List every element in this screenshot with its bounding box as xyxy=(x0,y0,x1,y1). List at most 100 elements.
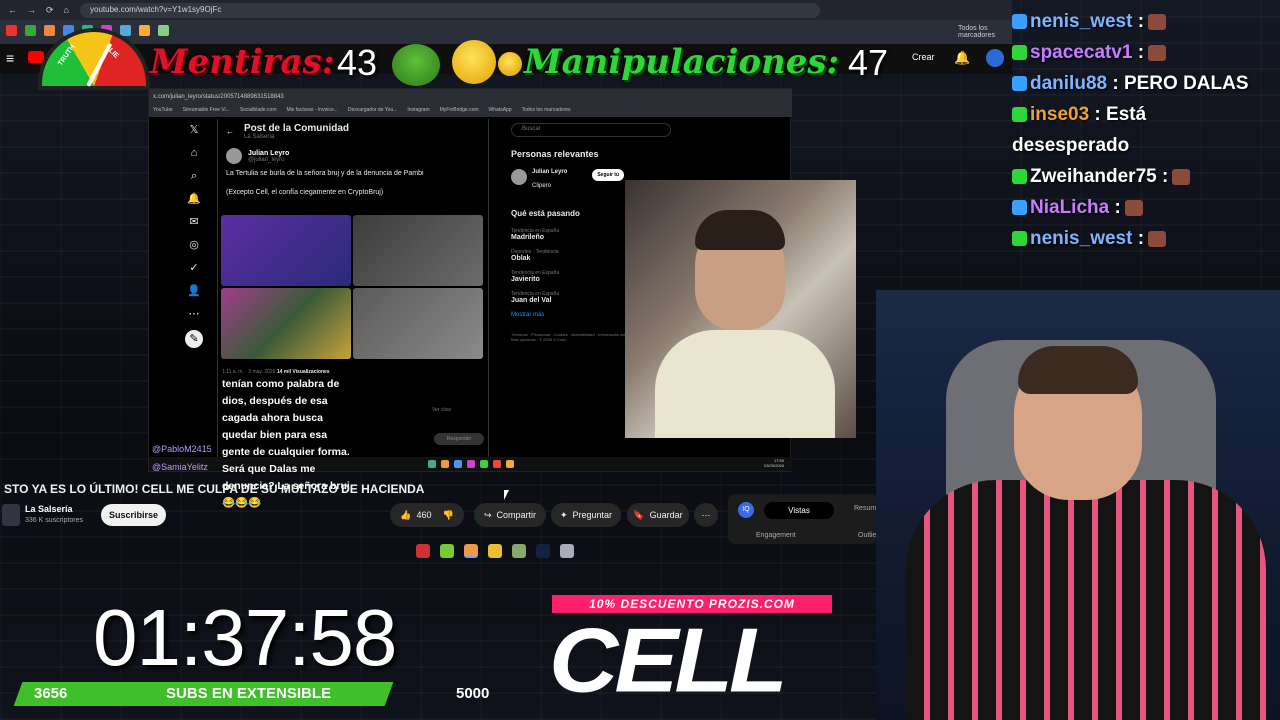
save-button[interactable]: 🔖 Guardar xyxy=(627,503,689,527)
embedded-bookmark[interactable]: Socialblade.com xyxy=(240,107,277,113)
embedded-bookmark[interactable]: YouTube xyxy=(153,107,173,113)
taskbar-app-icon[interactable] xyxy=(453,460,462,468)
post-subtitle[interactable]: La Salsería xyxy=(244,134,349,140)
chat-user: @SamiaYelitz xyxy=(152,462,208,472)
like-count[interactable]: 460 xyxy=(416,510,431,520)
verified-icon[interactable]: ✓ xyxy=(187,261,201,275)
chat-username[interactable]: inse03 xyxy=(1030,104,1089,125)
embedded-bookmark[interactable]: Streamable Free Vi... xyxy=(183,107,230,113)
chat-badge-icon xyxy=(1012,231,1027,247)
notifications-icon[interactable]: 🔔 xyxy=(187,192,201,206)
post-title: Post de la Comunidad xyxy=(244,123,350,134)
compose-icon[interactable]: ✎ xyxy=(185,330,203,348)
share-button[interactable]: ↪ Compartir xyxy=(474,503,546,527)
channel-name[interactable]: La Salsería xyxy=(25,504,73,514)
more-icon[interactable]: ⋯ xyxy=(187,307,201,321)
home-icon[interactable]: ⌂ xyxy=(64,5,69,15)
like-dislike-group: 👍 460 👎 xyxy=(390,503,464,527)
chat-username[interactable]: danilu88 xyxy=(1030,73,1107,94)
back-icon[interactable]: ← xyxy=(8,5,17,15)
folder-icon[interactable] xyxy=(488,544,502,558)
app-icon[interactable] xyxy=(512,544,526,558)
embedded-bookmark[interactable]: WhatsApp xyxy=(489,107,512,113)
post-image[interactable] xyxy=(353,215,483,286)
chat-username[interactable]: nenis_west xyxy=(1030,11,1132,32)
chat-message: spacecatv1 : xyxy=(1012,37,1280,68)
ask-button[interactable]: ✦ Preguntar xyxy=(551,503,621,527)
home-icon[interactable]: ⌂ xyxy=(187,146,201,160)
bookmark-icon[interactable] xyxy=(44,24,55,36)
taskbar-app-icon[interactable] xyxy=(440,460,449,468)
post-image-grid[interactable] xyxy=(221,215,483,359)
more-actions-button[interactable]: ⋯ xyxy=(694,503,718,527)
bell-icon[interactable]: 🔔 xyxy=(954,50,970,66)
embedded-bookmark[interactable]: Mis facturas - Invoice... xyxy=(287,107,338,113)
bookmark-icon[interactable] xyxy=(120,24,131,36)
chat-message: danilu88 : PERO DALAS xyxy=(1012,68,1280,99)
tab-summary[interactable]: Resum xyxy=(854,505,876,512)
reply-button[interactable]: Responder xyxy=(434,433,484,445)
view-quotes-link[interactable]: Ver citas xyxy=(432,407,451,413)
taskbar-app-icon[interactable] xyxy=(479,460,488,468)
embedded-bookmark[interactable]: Descargador de You... xyxy=(348,107,397,113)
chat-emote-icon xyxy=(1172,168,1191,185)
author-handle[interactable]: @julian_leyro xyxy=(248,157,289,163)
embedded-address-bar[interactable]: x.com/julian_leyro/status/20057148896315… xyxy=(153,94,284,100)
taskbar-app-icon[interactable] xyxy=(492,460,501,468)
post-image[interactable] xyxy=(353,288,483,359)
bookmark-icon[interactable] xyxy=(139,24,150,36)
create-button[interactable]: Crear xyxy=(912,52,935,62)
obs-icon[interactable] xyxy=(416,544,430,558)
follow-button[interactable]: Seguir tú xyxy=(592,169,625,181)
photoshop-icon[interactable] xyxy=(536,544,550,558)
x-logo-icon[interactable]: 𝕏 xyxy=(187,123,201,137)
author-avatar[interactable] xyxy=(226,148,242,164)
avatar[interactable] xyxy=(986,49,1004,67)
taskbar-app-icon[interactable] xyxy=(505,460,514,468)
app-icon[interactable] xyxy=(440,544,454,558)
profile-icon[interactable]: 👤 xyxy=(187,284,201,298)
chat-username[interactable]: nenis_west xyxy=(1030,228,1132,249)
laughing-emoji-icon xyxy=(498,52,522,76)
author-name[interactable]: Julian Leyro xyxy=(248,150,289,157)
analytics-icon[interactable]: IQ xyxy=(738,502,754,518)
embedded-bookmark[interactable]: MyFinBridge.com xyxy=(440,107,479,113)
messages-icon[interactable]: ✉ xyxy=(187,215,201,229)
subs-current: 3656 xyxy=(34,685,68,702)
tab-views[interactable]: Vistas xyxy=(764,502,834,519)
menu-icon[interactable]: ≡ xyxy=(6,50,14,66)
embedded-browser-chrome: x.com/julian_leyro/status/20057148896315… xyxy=(149,89,792,117)
chat-username[interactable]: Zweihander75 xyxy=(1030,166,1157,187)
like-icon[interactable]: 👍 xyxy=(400,510,411,521)
bookmark-icon[interactable] xyxy=(6,24,17,36)
post-image[interactable] xyxy=(221,215,351,286)
forward-icon[interactable]: → xyxy=(27,5,36,15)
grok-icon[interactable]: ◎ xyxy=(187,238,201,252)
back-arrow-icon[interactable]: ← xyxy=(226,127,234,136)
taskbar-app-icon[interactable] xyxy=(466,460,475,468)
search-icon[interactable]: ⌕ xyxy=(187,169,201,183)
all-bookmarks-label[interactable]: Todos los marcadores xyxy=(958,25,1012,39)
channel-avatar[interactable] xyxy=(2,504,20,526)
taskbar-app-icon[interactable] xyxy=(427,460,436,468)
bookmark-icon[interactable] xyxy=(158,24,169,36)
relevant-name[interactable]: Julian Leyro xyxy=(532,169,567,175)
subscribe-button[interactable]: Suscribirse xyxy=(101,504,166,526)
address-bar[interactable]: youtube.com/watch?v=Y1w1sy9OjFc xyxy=(80,3,820,18)
embedded-bookmark[interactable]: Instagram xyxy=(407,107,429,113)
bookmark-icon[interactable] xyxy=(25,24,36,36)
embedded-bookmark[interactable]: Todos los marcadores xyxy=(522,107,571,113)
chat-emote-icon xyxy=(1148,13,1167,30)
reload-icon[interactable]: ⟳ xyxy=(46,5,54,16)
app-icon[interactable] xyxy=(560,544,574,558)
relevant-avatar[interactable] xyxy=(511,169,527,185)
chrome-icon[interactable] xyxy=(464,544,478,558)
x-search-input[interactable]: Buscar xyxy=(511,123,671,137)
share-label: Compartir xyxy=(496,510,537,520)
post-image[interactable] xyxy=(221,288,351,359)
chat-username[interactable]: NiaLicha xyxy=(1030,197,1109,218)
streamer-hair xyxy=(1018,346,1138,394)
dislike-icon[interactable]: 👎 xyxy=(443,510,454,521)
chat-badge-icon xyxy=(1012,45,1027,61)
chat-username[interactable]: spacecatv1 xyxy=(1030,42,1132,63)
